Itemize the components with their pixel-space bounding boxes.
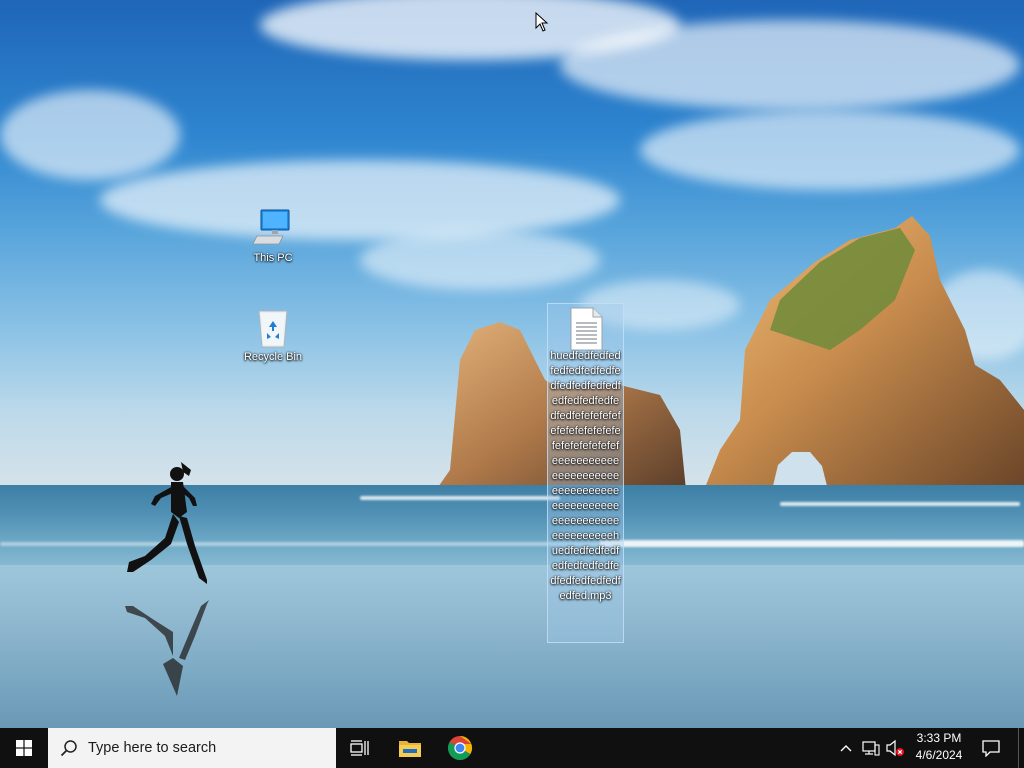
wallpaper-runner: [125, 462, 209, 696]
computer-icon: [252, 208, 293, 248]
desktop-file-label: huedfedfedfedfedfedfedfedfedfedfedfedfed…: [550, 350, 621, 602]
search-icon: [60, 740, 77, 757]
clock-date: 4/6/2024: [915, 748, 963, 762]
chevron-up-icon: [840, 745, 852, 752]
desktop-icon-recycle-bin[interactable]: Recycle Bin: [235, 307, 311, 363]
network-icon: [862, 741, 880, 756]
recycle-bin-icon: [253, 307, 293, 348]
start-button[interactable]: [0, 728, 48, 768]
taskbar-search-box[interactable]: Type here to search: [48, 728, 336, 768]
wallpaper-wave: [600, 540, 1024, 547]
desktop-wallpaper: [0, 0, 1024, 728]
mouse-cursor-icon: [535, 12, 549, 32]
volume-muted-icon: [886, 739, 904, 757]
chrome-icon: [448, 736, 473, 761]
clock-time: 3:33 PM: [916, 731, 962, 745]
windows-logo-icon: [16, 740, 32, 756]
volume-button[interactable]: [884, 728, 906, 768]
wallpaper-wave: [360, 496, 560, 500]
task-view-icon: [350, 740, 369, 756]
taskbar-clock[interactable]: 3:33 PM 4/6/2024: [904, 730, 974, 766]
desktop-icon-label: This PC: [253, 252, 293, 264]
wallpaper-wave: [780, 502, 1020, 506]
tray-overflow-button[interactable]: [836, 728, 856, 768]
chrome-button[interactable]: [436, 728, 484, 768]
network-button[interactable]: [860, 728, 882, 768]
desktop-file-mp3[interactable]: huedfedfedfedfedfedfedfedfedfedfedfedfed…: [547, 303, 624, 643]
action-center-icon: [982, 740, 1000, 757]
desktop-icon-this-pc[interactable]: This PC: [235, 208, 311, 264]
task-view-button[interactable]: [336, 728, 384, 768]
search-placeholder: Type here to search: [88, 740, 217, 756]
show-desktop-button[interactable]: [1018, 728, 1024, 768]
file-explorer-icon: [399, 741, 421, 757]
desktop-icon-label: Recycle Bin: [243, 351, 303, 363]
action-center-button[interactable]: [976, 728, 1006, 768]
document-icon: [566, 307, 606, 351]
taskbar: Type here to search 3:33 PM 4/6/2024: [0, 728, 1024, 768]
file-explorer-button[interactable]: [386, 728, 434, 768]
